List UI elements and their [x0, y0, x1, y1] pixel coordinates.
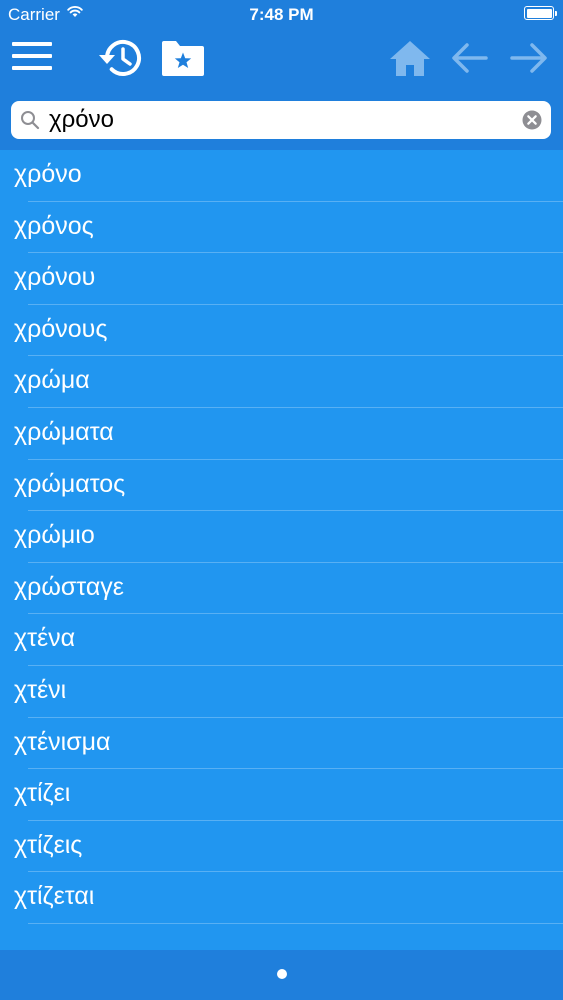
history-button[interactable] — [98, 36, 146, 80]
list-item-label: χτένισμα — [14, 727, 111, 756]
forward-button[interactable] — [508, 38, 550, 78]
menu-button[interactable] — [12, 40, 54, 74]
search-icon — [21, 111, 40, 130]
list-item-label: χρόνου — [14, 263, 96, 292]
hamburger-icon — [12, 42, 52, 70]
bookmarks-button[interactable] — [160, 38, 206, 78]
list-item[interactable]: χτένισμα — [0, 718, 563, 770]
list-item[interactable]: χτίζει — [0, 769, 563, 821]
list-item-label: χτένι — [14, 676, 67, 704]
page-indicator-dot[interactable] — [277, 969, 287, 979]
list-item-label: χρόνος — [14, 211, 94, 240]
list-item[interactable]: χρώμα — [0, 356, 563, 408]
footer-bar — [0, 950, 563, 1000]
list-item[interactable]: χρώμιο — [0, 511, 563, 563]
list-item-label: χτίζεις — [14, 830, 83, 859]
status-bar: Carrier 7:48 PM — [0, 0, 563, 30]
list-item[interactable]: χρόνος — [0, 202, 563, 254]
list-item-label: χτίζεται — [14, 882, 95, 911]
home-button[interactable] — [388, 38, 432, 78]
list-item-label: χρόνους — [14, 314, 108, 343]
list-item-label: χρώματα — [14, 418, 114, 446]
history-icon — [99, 40, 141, 76]
list-item[interactable]: χτένα — [0, 614, 563, 666]
list-item-label: χτένα — [14, 624, 76, 653]
list-item[interactable]: χρόνου — [0, 253, 563, 305]
list-item[interactable]: χρώσταγε — [0, 563, 563, 615]
search-input[interactable] — [49, 103, 509, 137]
search-bar[interactable] — [11, 101, 551, 139]
header-bar: Carrier 7:48 PM — [0, 0, 563, 150]
list-item[interactable]: χρώματος — [0, 460, 563, 512]
bookmark-folder-icon — [162, 41, 204, 76]
list-item[interactable]: χρόνους — [0, 305, 563, 357]
list-item-label: χρώματος — [14, 469, 126, 498]
home-icon — [390, 41, 430, 76]
list-item-label: χρώσταγε — [14, 572, 124, 601]
list-item[interactable]: χτίζεται — [0, 872, 563, 924]
list-item-label: χτίζει — [14, 779, 71, 808]
arrow-left-icon — [452, 43, 488, 73]
list-item-label: χρώμα — [14, 366, 90, 395]
back-button[interactable] — [450, 38, 490, 78]
clear-icon[interactable] — [522, 110, 542, 130]
list-item[interactable]: χτένι — [0, 666, 563, 718]
list-item-label: χρόνο — [14, 160, 82, 188]
list-item[interactable]: χρώματα — [0, 408, 563, 460]
results-list: χρόνο χρόνος χρόνου χρόνους χρώμα χρώματα χρώμ… — [0, 150, 563, 950]
list-item[interactable]: χρόνο — [0, 150, 563, 202]
list-item[interactable]: χτίζεις — [0, 821, 563, 873]
status-time: 7:48 PM — [249, 5, 314, 24]
arrow-right-icon — [510, 43, 547, 73]
battery-icon — [524, 6, 557, 20]
list-item-label: χρώμιο — [14, 521, 95, 550]
list-separator — [28, 922, 563, 924]
